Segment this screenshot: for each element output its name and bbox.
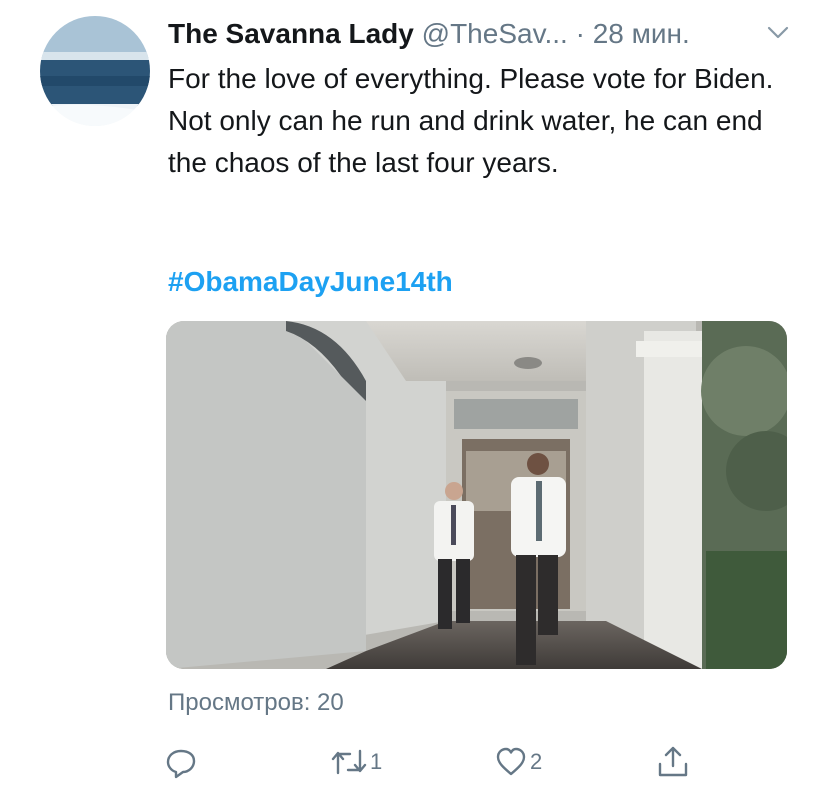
retweet-count: 1 [370,749,383,774]
retweet-icon [331,749,367,775]
hashtag-link[interactable]: #ObamaDayJune14th [168,262,453,302]
author-name[interactable]: The Savanna Lady [168,18,414,49]
tweet-actions: 1 2 [0,740,825,784]
share-button[interactable] [656,740,692,784]
author-handle[interactable]: @TheSav... [422,18,568,49]
separator-dot: · [575,18,585,49]
like-count: 2 [530,749,543,774]
video-thumbnail[interactable] [166,321,787,669]
reply-icon [166,749,196,779]
avatar-image [40,16,150,126]
more-options-button[interactable] [766,24,790,42]
tweet-text: For the love of everything. Please vote … [168,63,774,178]
tweet-header: The Savanna Lady @TheSav... · 28 мин. [168,14,788,54]
video-frame-image [166,321,787,669]
retweet-button[interactable]: 1 [330,740,382,784]
avatar[interactable] [40,16,150,126]
chevron-down-icon [767,26,789,39]
reply-button[interactable] [164,740,200,784]
share-icon [658,746,688,777]
heart-icon [496,747,526,776]
view-count[interactable]: Просмотров: 20 [168,686,344,720]
tweet-timestamp[interactable]: 28 мин. [593,18,690,49]
like-button[interactable]: 2 [494,740,542,784]
